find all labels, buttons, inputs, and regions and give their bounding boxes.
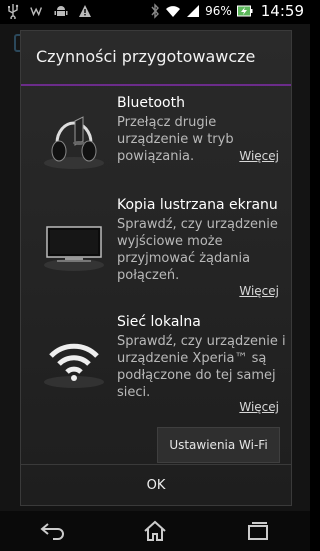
usb-icon bbox=[6, 3, 20, 19]
more-link-bluetooth[interactable]: Więcej bbox=[239, 149, 279, 163]
section-description: Sprawdź, czy urządzenie i urządzenie Xpe… bbox=[117, 334, 286, 400]
preparation-dialog: Czynności przygotowawcze Bluetooth Przeł… bbox=[20, 30, 292, 506]
battery-charging-icon bbox=[236, 5, 253, 17]
title-divider bbox=[21, 84, 291, 86]
signal-icon bbox=[186, 4, 200, 18]
warning-icon bbox=[78, 3, 92, 19]
more-link-local-network[interactable]: Więcej bbox=[239, 400, 279, 414]
wifi-status-icon bbox=[165, 4, 181, 18]
dialog-title: Czynności przygotowawcze bbox=[36, 47, 256, 66]
back-button[interactable] bbox=[22, 511, 82, 551]
back-icon bbox=[40, 523, 64, 540]
section-title: Sieć lokalna bbox=[117, 314, 201, 330]
tv-icon bbox=[39, 207, 109, 277]
home-icon bbox=[144, 520, 166, 541]
battery-percent: 96% bbox=[205, 4, 232, 18]
bluetooth-icon bbox=[150, 3, 160, 19]
navigation-bar bbox=[0, 511, 310, 551]
section-title: Bluetooth bbox=[117, 95, 185, 111]
section-title: Kopia lustrzana ekranu bbox=[117, 197, 278, 213]
notification-icons bbox=[6, 3, 92, 19]
recents-button[interactable] bbox=[228, 511, 288, 551]
home-button[interactable] bbox=[125, 511, 185, 551]
ok-button[interactable]: OK bbox=[21, 465, 291, 505]
wifi-settings-button[interactable]: Ustawienia Wi-Fi bbox=[157, 427, 280, 463]
wifi-icon bbox=[39, 324, 109, 394]
android-debug-icon bbox=[54, 3, 68, 19]
section-description: Sprawdź, czy urządzenie wyjściowe może p… bbox=[117, 217, 278, 283]
more-link-screen-mirroring[interactable]: Więcej bbox=[239, 284, 279, 298]
clock: 14:59 bbox=[260, 2, 304, 20]
walkman-icon bbox=[30, 3, 44, 19]
headphones-icon bbox=[39, 103, 109, 173]
status-bar: 96% 14:59 bbox=[0, 0, 310, 24]
recents-icon bbox=[248, 522, 269, 540]
